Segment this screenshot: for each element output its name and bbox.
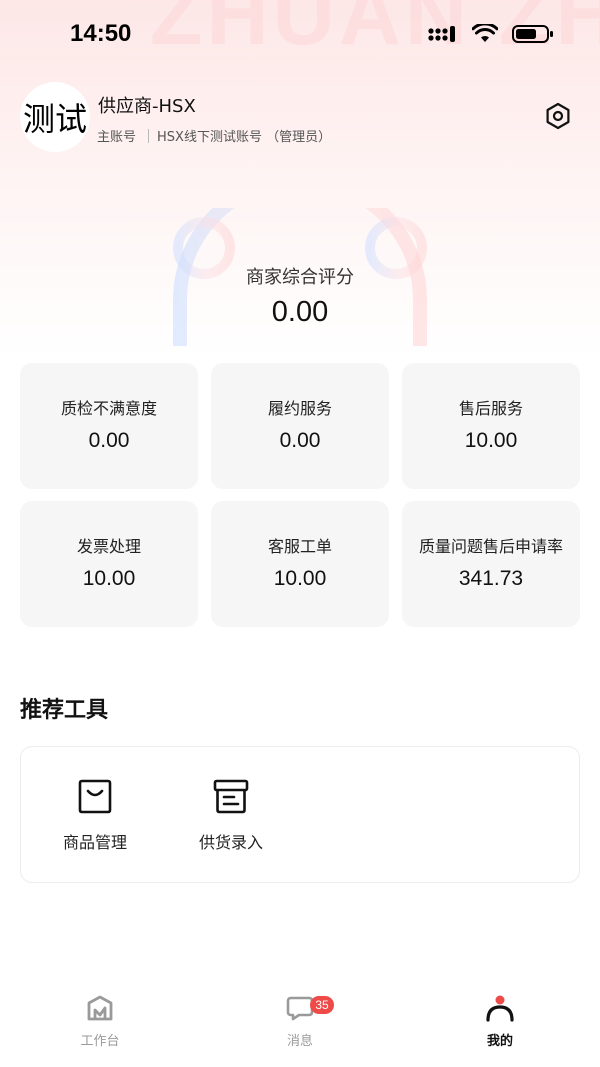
tab-label: 我的 <box>486 1034 513 1049</box>
metric-label: 履约服务 <box>267 399 332 418</box>
workbench-icon <box>87 995 113 1021</box>
bottom-tab-bar: 工作台 35 消息 我的 <box>0 980 600 1067</box>
metric-label: 质检不满意度 <box>60 399 157 418</box>
status-time: 14:50 <box>70 20 132 47</box>
account-detail[interactable]: HSX线下测试账号 （管理员） <box>157 126 331 145</box>
metric-value: 0.00 <box>88 429 130 452</box>
metric-card[interactable]: 发票处理 10.00 <box>20 501 198 627</box>
metric-card[interactable]: 质检不满意度 0.00 <box>20 363 198 489</box>
metric-card[interactable]: 质量问题售后申请率 341.73 <box>402 501 580 627</box>
tab-mine[interactable]: 我的 <box>440 994 560 1049</box>
tool-supply-entry[interactable]: 供货录入 <box>171 777 291 853</box>
cellular-signal-icon <box>428 26 455 42</box>
wifi-icon <box>472 24 498 42</box>
settings-hexagon-icon[interactable] <box>542 100 574 132</box>
archive-box-icon <box>213 779 249 814</box>
tool-product-management[interactable]: 商品管理 <box>35 777 155 853</box>
shopping-bag-icon <box>78 779 112 814</box>
profile-icon <box>486 995 514 1022</box>
metric-value: 341.73 <box>458 567 524 590</box>
tab-label: 工作台 <box>80 1034 120 1049</box>
metric-value: 10.00 <box>464 429 518 452</box>
metric-card[interactable]: 履约服务 0.00 <box>211 363 389 489</box>
metric-label: 客服工单 <box>267 537 332 556</box>
tool-label: 供货录入 <box>198 833 263 852</box>
tab-messages[interactable]: 35 消息 <box>240 994 360 1049</box>
metric-card[interactable]: 售后服务 10.00 <box>402 363 580 489</box>
tab-label: 消息 <box>286 1034 313 1049</box>
recommended-tools-title: 推荐工具 <box>20 698 109 723</box>
composite-score-label: 商家综合评分 <box>246 267 354 288</box>
account-info: 主账号 HSX线下测试账号 （管理员） <box>97 126 331 145</box>
divider <box>148 128 150 143</box>
avatar[interactable]: 测试 <box>20 82 90 152</box>
tools-card: 商品管理 供货录入 <box>20 746 580 883</box>
status-icons <box>428 24 554 44</box>
metric-label: 发票处理 <box>76 537 141 556</box>
metric-value: 10.00 <box>273 567 327 590</box>
status-bar: 14:50 <box>0 0 600 72</box>
account-type: 主账号 <box>97 130 137 145</box>
metric-card[interactable]: 客服工单 10.00 <box>211 501 389 627</box>
metric-label: 质量问题售后申请率 <box>418 537 563 556</box>
tool-label: 商品管理 <box>62 833 127 852</box>
metric-value: 10.00 <box>82 567 136 590</box>
tab-workbench[interactable]: 工作台 <box>40 994 160 1049</box>
battery-icon <box>512 25 553 43</box>
profile-page: ZHUAN ZHUAN 14:50 测试 供应商-HSX <box>0 0 600 1067</box>
unread-badge: 35 <box>310 996 334 1014</box>
store-name: 供应商-HSX <box>98 96 196 117</box>
metric-label: 售后服务 <box>458 399 523 418</box>
metric-value: 0.00 <box>279 429 321 452</box>
composite-score-value: 0.00 <box>271 296 329 328</box>
